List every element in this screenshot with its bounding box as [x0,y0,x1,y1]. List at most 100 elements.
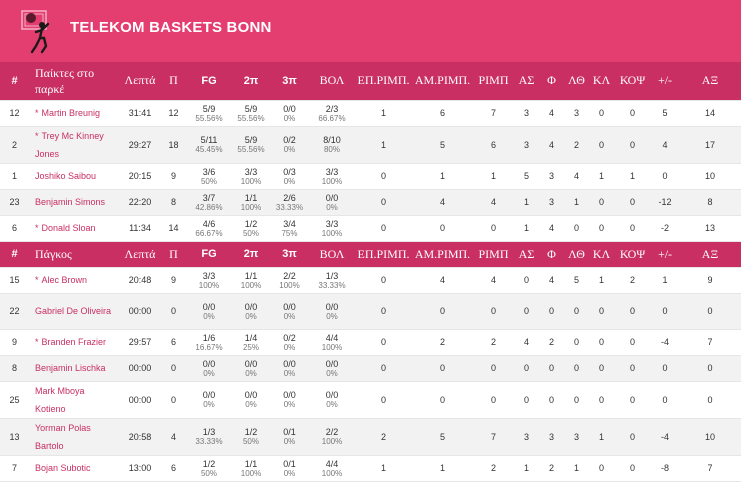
jersey-number: 15 [0,267,29,294]
free-throws-pct: 0% [326,368,338,378]
field-goals: 1/6 16.67% [186,329,232,356]
field-goals: 0/0 0% [186,355,232,382]
offensive-rebounds: 1 [355,126,412,164]
field-goals-pct: 0% [203,368,215,378]
efficiency: 13 [679,215,741,242]
player-row[interactable]: 22 Gabriel De Oliveira 00:00 0 0/0 0% 0/0 0% 0/0… [0,293,741,330]
offensive-rebounds: 1 [355,100,412,127]
three-pointers-pct: 0% [283,342,296,352]
bench-header-cell: ΡΙΜΠ [473,241,514,268]
three-pointers-made: 0/0 [283,390,296,400]
turnovers: 5 [564,267,589,294]
starters-header-cell: 3π [270,62,309,101]
bench-header-cell: # [0,241,29,268]
two-pointers-pct: 55.56% [237,113,265,123]
two-pointers-pct: 25% [242,342,259,352]
two-pointers-pct: 100% [240,176,262,186]
minutes: 22:20 [119,189,161,216]
minutes: 00:00 [119,355,161,382]
player-name-link[interactable]: Alec Brown [42,275,88,285]
minutes: 00:00 [119,293,161,330]
player-row[interactable]: 7 Bojan Subotic 13:00 6 1/2 50% 1/1 100% 0/1 0% 4/… [0,455,741,482]
field-goals: 0/0 0% [186,293,232,330]
jersey-number: 22 [0,293,29,330]
player-row[interactable]: 1 Joshiko Saibou 20:15 9 3/6 50% 3/3 100% 0/3 0% 3… [0,163,741,190]
player-name-link[interactable]: Yorman Polas Bartolo [35,423,91,451]
player-row[interactable]: 23 Benjamin Simons 22:20 8 3/7 42.86% 1/1 100% 2… [0,189,741,216]
player-row[interactable]: 6 * Donald Sloan 11:34 14 4/6 66.67% 1/2 50% 3/4 7… [0,215,741,242]
three-pointers-pct: 0% [283,311,296,321]
player-name-link[interactable]: Branden Frazier [42,337,107,347]
field-goals-pct: 45.45% [195,145,223,154]
player-row[interactable]: 8 Benjamin Lischka 00:00 0 0/0 0% 0/0 0% 0/0 0% 0/… [0,355,741,382]
field-goals-made: 3/6 [202,166,216,177]
player-name-link[interactable]: Bojan Subotic [35,463,91,473]
player-row[interactable]: 13 Yorman Polas Bartolo 20:58 4 1/3 33.33% 1/2… [0,418,741,456]
player-row[interactable]: 9 * Branden Frazier 29:57 6 1/6 16.67% 1/4 25% 0/… [0,329,741,356]
jersey-number: 9 [0,329,29,356]
three-pointers-pct: 0% [283,468,296,478]
free-throws: 1/3 33.33% [309,267,355,294]
player-row[interactable]: 25 Mark Mboya Kotieno 00:00 0 0/0 0% 0/0 0% 0/0 0… [0,381,741,419]
total-rebounds: 0 [473,293,514,330]
player-name-link[interactable]: Joshiko Saibou [35,171,96,181]
blocks: 0 [614,381,651,419]
field-goals-made: 5/9 [202,103,216,114]
three-pointers-pct: 100% [279,280,300,290]
offensive-rebounds: 1 [355,455,412,482]
total-rebounds: 6 [473,126,514,164]
assists: 4 [514,329,539,356]
plus-minus: 1 [651,267,679,294]
total-rebounds: 2 [473,455,514,482]
free-throws-made: 4/4 [325,458,339,469]
field-goals-pct: 0% [203,311,215,321]
player-name-link[interactable]: Benjamin Lischka [35,363,106,373]
player-row[interactable]: 15 * Alec Brown 20:48 9 3/3 100% 1/1 100% 2/2 100%… [0,267,741,294]
starter-marker-icon: * [35,108,39,118]
three-pointers-pct: 0% [283,113,296,123]
bench-header-cell: ΚΛ [589,241,614,268]
minutes: 13:00 [119,455,161,482]
plus-minus: 0 [651,355,679,382]
free-throws: 3/3 100% [309,163,355,190]
plus-minus: -8 [651,455,679,482]
player-row[interactable]: 12 * Martin Breunig 31:41 12 5/9 55.56% 5/9 55.5… [0,100,741,127]
player-name-link[interactable]: Trey Mc Kinney Jones [35,131,104,159]
player-name-link[interactable]: Donald Sloan [42,223,96,233]
offensive-rebounds: 0 [355,355,412,382]
starters-header-cell: # [0,62,29,101]
steals: 0 [589,126,614,164]
turnovers: 3 [564,100,589,127]
player-name-link[interactable]: Gabriel De Oliveira [35,306,111,316]
player-cell: Joshiko Saibou [29,163,119,190]
free-throws-made: 0/0 [325,358,339,369]
player-name-link[interactable]: Benjamin Simons [35,197,105,207]
two-pointers-made: 1/1 [244,270,258,281]
two-pointers: 3/3 100% [232,163,270,190]
free-throws: 0/0 0% [309,293,355,330]
field-goals: 3/3 100% [186,267,232,294]
free-throws-made: 4/4 [325,332,339,343]
field-goals-made: 3/3 [202,270,216,281]
player-cell: Yorman Polas Bartolo [29,418,119,456]
three-pointers: 0/2 0% [270,329,309,356]
field-goals: 5/11 45.45% [186,126,232,164]
player-name-link[interactable]: Mark Mboya Kotieno [35,386,85,414]
player-row[interactable]: 2 * Trey Mc Kinney Jones 29:27 18 5/11 45.45% 5… [0,126,741,164]
points: 4 [161,418,186,456]
player-name-link[interactable]: Martin Breunig [42,108,101,118]
two-pointers-made: 1/2 [244,218,258,229]
steals: 0 [589,100,614,127]
points: 9 [161,163,186,190]
defensive-rebounds: 1 [412,455,473,482]
free-throws-made: 2/2 [325,427,339,437]
total-rebounds: 0 [473,355,514,382]
free-throws-made: 3/3 [325,166,339,177]
three-pointers-pct: 0% [283,145,296,154]
points: 0 [161,355,186,382]
two-pointers-pct: 100% [240,280,262,290]
fouls: 2 [539,455,564,482]
starters-header-cell: ΑΞ [679,62,741,101]
field-goals-made: 1/6 [202,332,216,343]
three-pointers-pct: 0% [283,368,296,378]
